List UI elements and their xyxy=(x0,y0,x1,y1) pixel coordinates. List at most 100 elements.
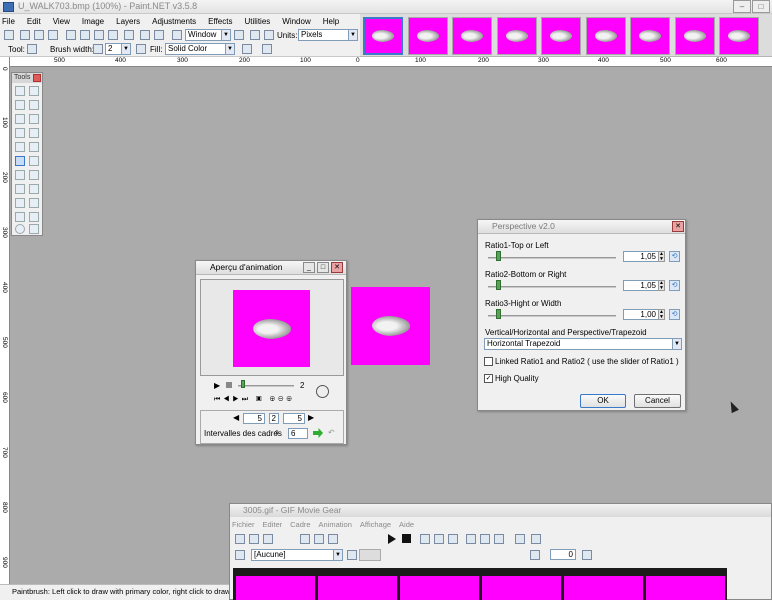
ratio3-reset-icon[interactable]: ⟲ xyxy=(669,309,680,320)
timer-icon[interactable] xyxy=(347,550,357,560)
stop-icon[interactable] xyxy=(226,382,232,388)
rectangle-select-icon[interactable] xyxy=(15,86,25,96)
fill-combo[interactable]: Solid Color ▼ xyxy=(165,43,235,55)
paintbrush-icon[interactable] xyxy=(27,44,37,54)
frame-thumb[interactable] xyxy=(400,576,479,600)
eraser-icon[interactable] xyxy=(29,156,39,166)
zoom-out-icon[interactable] xyxy=(480,534,490,544)
frame-thumb[interactable] xyxy=(646,576,725,600)
ratio1-reset-icon[interactable]: ⟲ xyxy=(669,251,680,262)
ratio3-spinner[interactable]: ▲ ▼ xyxy=(658,309,665,320)
close-button[interactable]: ✕ xyxy=(672,221,684,232)
timer-icon[interactable] xyxy=(316,385,329,398)
zoom-in-icon[interactable] xyxy=(234,30,244,40)
frame-icon[interactable] xyxy=(420,534,430,544)
clone-stamp-icon[interactable] xyxy=(15,184,25,194)
frame-slider[interactable] xyxy=(238,385,294,387)
ratio2-slider-knob[interactable] xyxy=(496,280,501,290)
print-icon[interactable] xyxy=(48,30,58,40)
nav-left-field[interactable]: 5 xyxy=(243,413,265,424)
blend-mode-icon[interactable] xyxy=(242,44,252,54)
magic-wand-icon[interactable] xyxy=(15,128,25,138)
stop-icon[interactable] xyxy=(402,534,411,543)
gmg-menu-item[interactable]: Affichage xyxy=(360,520,391,529)
line-curve-icon[interactable] xyxy=(29,198,39,208)
image-thumbnail[interactable] xyxy=(675,17,715,55)
menu-help[interactable]: Help xyxy=(323,17,339,26)
copy-icon[interactable] xyxy=(314,534,324,544)
frame-thumb[interactable] xyxy=(482,576,561,600)
freeform-shape-icon[interactable] xyxy=(29,224,39,234)
ratio2-reset-icon[interactable]: ⟲ xyxy=(669,280,680,291)
image-thumbnail[interactable] xyxy=(497,17,537,55)
image-thumbnail[interactable] xyxy=(630,17,670,55)
gmg-combo[interactable]: [Aucune] ▼ xyxy=(251,549,343,561)
mode-select[interactable]: Horizontal Trapezoid ▼ xyxy=(484,338,682,350)
cancel-button[interactable]: Cancel xyxy=(634,394,681,408)
zoom-in-icon[interactable] xyxy=(466,534,476,544)
ok-button[interactable]: OK xyxy=(580,394,626,408)
maximize-button[interactable]: □ xyxy=(752,0,770,13)
save-icon[interactable] xyxy=(34,30,44,40)
arrow-icon[interactable] xyxy=(515,534,525,544)
image-thumbnail[interactable] xyxy=(719,17,759,55)
menu-window[interactable]: Window xyxy=(282,17,310,26)
units-combo[interactable]: Pixels ▼ xyxy=(298,29,358,41)
interval-field[interactable]: 6 xyxy=(288,428,308,439)
open-icon[interactable] xyxy=(235,534,245,544)
ratio3-slider-knob[interactable] xyxy=(496,309,501,319)
open-icon[interactable] xyxy=(20,30,30,40)
ellipse-icon[interactable] xyxy=(15,224,25,234)
gmg-menu-item[interactable]: Editer xyxy=(263,520,283,529)
brush-width-decrease-icon[interactable] xyxy=(93,44,103,54)
image-thumbnail[interactable] xyxy=(408,17,448,55)
print-icon[interactable] xyxy=(263,534,273,544)
paint-bucket-icon[interactable] xyxy=(15,142,25,152)
image-thumbnail[interactable] xyxy=(452,17,492,55)
frame-nav-icons[interactable]: ⏮◀▶⏭ ▣ ⊕⊖⊕ xyxy=(214,396,295,404)
cut-icon[interactable] xyxy=(300,534,310,544)
recolor-icon[interactable] xyxy=(29,184,39,194)
gradient-icon[interactable] xyxy=(29,142,39,152)
copy-icon[interactable] xyxy=(80,30,90,40)
palette-icon[interactable] xyxy=(235,550,245,560)
menu-view[interactable]: View xyxy=(53,17,70,26)
ratio1-field[interactable]: 1,05 xyxy=(623,251,659,262)
tools-close-button[interactable] xyxy=(33,74,41,82)
gmg-menu-item[interactable]: Aide xyxy=(399,520,414,529)
gmg-menu-item[interactable]: Cadre xyxy=(290,520,310,529)
rectangle-icon[interactable] xyxy=(15,212,25,222)
paste-icon[interactable] xyxy=(328,534,338,544)
ratio2-field[interactable]: 1,05 xyxy=(623,280,659,291)
ratio2-slider[interactable] xyxy=(488,286,616,288)
ruler-icon[interactable] xyxy=(264,30,274,40)
minimize-button[interactable]: – xyxy=(733,0,751,13)
play-icon[interactable] xyxy=(388,534,396,544)
minimize-button[interactable]: _ xyxy=(303,262,315,273)
menu-file[interactable]: File xyxy=(2,17,15,26)
menu-edit[interactable]: Edit xyxy=(27,17,41,26)
ratio1-slider-knob[interactable] xyxy=(496,251,501,261)
nav-right-arrow-icon[interactable]: ▶ xyxy=(308,413,314,422)
frame-icon[interactable] xyxy=(434,534,444,544)
close-button[interactable]: ✕ xyxy=(331,262,343,273)
ratio1-slider[interactable] xyxy=(488,257,616,259)
play-icon[interactable]: ▶ xyxy=(214,381,220,390)
undo-icon[interactable] xyxy=(140,30,150,40)
color-picker-icon[interactable] xyxy=(29,170,39,180)
lasso-icon[interactable] xyxy=(15,100,25,110)
zoom-combo[interactable]: Window ▼ xyxy=(185,29,231,41)
ratio3-field[interactable]: 1,00 xyxy=(623,309,659,320)
zoom-icon[interactable] xyxy=(494,534,504,544)
maximize-button[interactable]: □ xyxy=(317,262,329,273)
save-icon[interactable] xyxy=(249,534,259,544)
delay-field[interactable] xyxy=(359,549,381,561)
ellipse-select-icon[interactable] xyxy=(15,114,25,124)
ratio2-spinner[interactable]: ▲ ▼ xyxy=(658,280,665,291)
menu-adjustments[interactable]: Adjustments xyxy=(152,17,196,26)
crop-icon[interactable] xyxy=(108,30,118,40)
frame-icon[interactable] xyxy=(448,534,458,544)
undo-icon[interactable]: ↶ xyxy=(328,428,335,437)
nav-mid-field[interactable]: 2 xyxy=(269,413,279,424)
brush-width-combo[interactable]: 2 ▼ xyxy=(105,43,131,55)
